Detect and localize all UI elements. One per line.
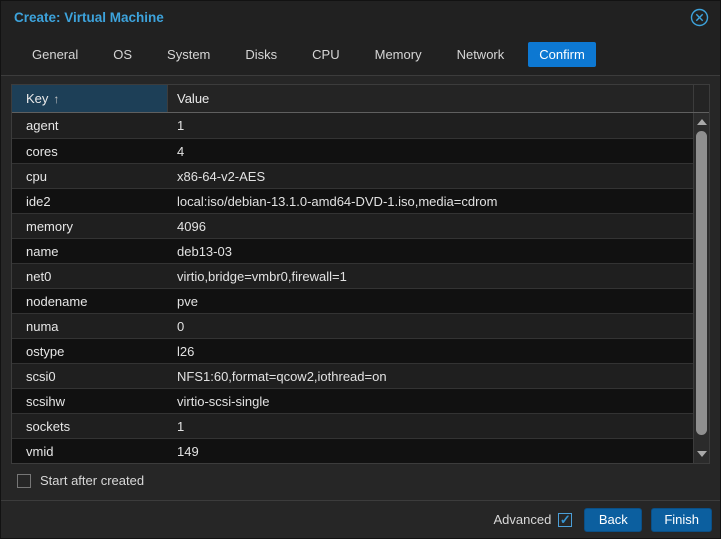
row-value: 1 bbox=[168, 419, 693, 434]
row-key: memory bbox=[12, 219, 168, 234]
scrollbar-thumb[interactable] bbox=[696, 131, 707, 435]
advanced-option: Advanced ✓ bbox=[493, 512, 572, 527]
row-value: pve bbox=[168, 294, 693, 309]
row-value: NFS1:60,format=qcow2,iothread=on bbox=[168, 369, 693, 384]
row-key: net0 bbox=[12, 269, 168, 284]
table-row[interactable]: sockets1 bbox=[12, 413, 693, 438]
row-value: deb13-03 bbox=[168, 244, 693, 259]
table-row[interactable]: cores4 bbox=[12, 138, 693, 163]
row-key: numa bbox=[12, 319, 168, 334]
table-row[interactable]: net0virtio,bridge=vmbr0,firewall=1 bbox=[12, 263, 693, 288]
row-key: ostype bbox=[12, 344, 168, 359]
create-vm-dialog: Create: Virtual Machine General OS System D… bbox=[0, 0, 721, 539]
dialog-title: Create: Virtual Machine bbox=[14, 10, 164, 25]
tab-system[interactable]: System bbox=[156, 42, 221, 67]
row-value: 1 bbox=[168, 118, 693, 133]
tab-cpu[interactable]: CPU bbox=[301, 42, 350, 67]
start-after-created-checkbox[interactable]: ✓ bbox=[17, 474, 31, 488]
table-body: agent1cores4cpux86-64-v2-AESide2local:is… bbox=[12, 113, 709, 463]
table-row[interactable]: scsi0NFS1:60,format=qcow2,iothread=on bbox=[12, 363, 693, 388]
row-key: scsihw bbox=[12, 394, 168, 409]
row-key: cpu bbox=[12, 169, 168, 184]
dialog-titlebar: Create: Virtual Machine bbox=[1, 1, 720, 33]
advanced-label: Advanced bbox=[493, 512, 551, 527]
row-key: agent bbox=[12, 118, 168, 133]
row-value: 149 bbox=[168, 444, 693, 459]
checkmark-icon: ✓ bbox=[560, 513, 571, 526]
value-header-label: Value bbox=[177, 91, 209, 106]
table-row[interactable]: numa0 bbox=[12, 313, 693, 338]
dialog-footer: Advanced ✓ Back Finish bbox=[1, 500, 720, 538]
row-value: virtio-scsi-single bbox=[168, 394, 693, 409]
table-row[interactable]: nodenamepve bbox=[12, 288, 693, 313]
row-key: name bbox=[12, 244, 168, 259]
table-row[interactable]: ide2local:iso/debian-13.1.0-amd64-DVD-1.… bbox=[12, 188, 693, 213]
sort-ascending-icon: ↑ bbox=[53, 92, 59, 106]
table-rows: agent1cores4cpux86-64-v2-AESide2local:is… bbox=[12, 113, 693, 463]
tab-general[interactable]: General bbox=[21, 42, 89, 67]
row-value: x86-64-v2-AES bbox=[168, 169, 693, 184]
column-header-value[interactable]: Value bbox=[168, 85, 693, 112]
confirm-panel: Key ↑ Value agent1cores4cpux86-64-v2-AES… bbox=[1, 76, 720, 500]
scroll-down-icon[interactable] bbox=[697, 451, 707, 457]
tab-confirm[interactable]: Confirm bbox=[528, 42, 596, 67]
header-scrollbar-spacer bbox=[693, 85, 709, 112]
table-row[interactable]: agent1 bbox=[12, 113, 693, 138]
finish-button[interactable]: Finish bbox=[651, 508, 712, 532]
row-key: ide2 bbox=[12, 194, 168, 209]
row-value: 4096 bbox=[168, 219, 693, 234]
row-key: scsi0 bbox=[12, 369, 168, 384]
settings-table: Key ↑ Value agent1cores4cpux86-64-v2-AES… bbox=[11, 84, 710, 464]
table-row[interactable]: memory4096 bbox=[12, 213, 693, 238]
table-row[interactable]: ostypel26 bbox=[12, 338, 693, 363]
row-value: 4 bbox=[168, 144, 693, 159]
row-value: local:iso/debian-13.1.0-amd64-DVD-1.iso,… bbox=[168, 194, 693, 209]
row-key: cores bbox=[12, 144, 168, 159]
tab-disks[interactable]: Disks bbox=[234, 42, 288, 67]
row-key: sockets bbox=[12, 419, 168, 434]
table-row[interactable]: cpux86-64-v2-AES bbox=[12, 163, 693, 188]
wizard-tabbar: General OS System Disks CPU Memory Network Conf… bbox=[1, 33, 720, 76]
start-after-created-label: Start after created bbox=[40, 473, 144, 488]
key-header-label: Key bbox=[26, 91, 48, 106]
table-row[interactable]: vmid149 bbox=[12, 438, 693, 463]
tab-network[interactable]: Network bbox=[446, 42, 516, 67]
table-header-row: Key ↑ Value bbox=[12, 85, 709, 113]
advanced-checkbox[interactable]: ✓ bbox=[558, 513, 572, 527]
tab-os[interactable]: OS bbox=[102, 42, 143, 67]
table-row[interactable]: scsihwvirtio-scsi-single bbox=[12, 388, 693, 413]
vertical-scrollbar[interactable] bbox=[693, 113, 709, 463]
close-icon[interactable] bbox=[690, 8, 709, 27]
table-row[interactable]: namedeb13-03 bbox=[12, 238, 693, 263]
row-key: nodename bbox=[12, 294, 168, 309]
tab-memory[interactable]: Memory bbox=[364, 42, 433, 67]
column-header-key[interactable]: Key ↑ bbox=[12, 85, 168, 112]
back-button[interactable]: Back bbox=[584, 508, 642, 532]
row-key: vmid bbox=[12, 444, 168, 459]
row-value: virtio,bridge=vmbr0,firewall=1 bbox=[168, 269, 693, 284]
start-after-created-row: ✓ Start after created bbox=[11, 464, 710, 498]
scroll-up-icon[interactable] bbox=[697, 119, 707, 125]
row-value: 0 bbox=[168, 319, 693, 334]
row-value: l26 bbox=[168, 344, 693, 359]
